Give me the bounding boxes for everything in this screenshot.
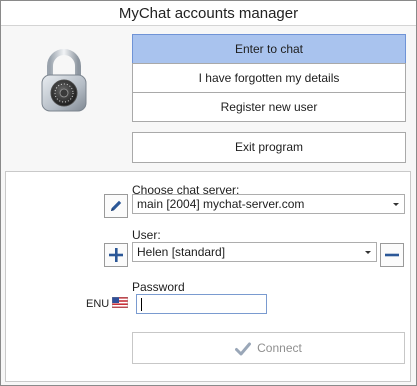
password-input[interactable] xyxy=(136,294,267,314)
edit-server-button[interactable] xyxy=(104,194,128,218)
enter-chat-button[interactable]: Enter to chat xyxy=(132,34,406,64)
server-select-value: main [2004] mychat-server.com xyxy=(137,197,305,211)
us-flag-icon xyxy=(112,297,128,308)
minus-icon xyxy=(385,253,399,257)
padlock-icon xyxy=(41,49,87,112)
plus-icon xyxy=(109,248,123,262)
chevron-down-icon xyxy=(393,203,399,206)
password-label: Password xyxy=(132,280,185,294)
connect-label: Connect xyxy=(257,341,302,355)
server-select[interactable]: main [2004] mychat-server.com xyxy=(132,194,405,214)
keyboard-layout-indicator: ENU xyxy=(86,298,110,310)
add-user-button[interactable] xyxy=(104,243,128,267)
login-panel: Choose chat server: main [2004] mychat-s… xyxy=(5,171,411,382)
register-user-button[interactable]: Register new user xyxy=(132,92,406,122)
accounts-manager-window: MyChat accounts manager Enter to chat I … xyxy=(0,0,417,386)
user-select[interactable]: Helen [standard] xyxy=(132,242,377,262)
pencil-icon xyxy=(111,200,122,211)
connect-button[interactable]: Connect xyxy=(132,332,405,364)
user-label: User: xyxy=(132,228,161,242)
exit-program-button[interactable]: Exit program xyxy=(132,132,406,163)
main-actions: Enter to chat I have forgotten my detail… xyxy=(132,34,406,123)
checkmark-icon xyxy=(235,342,252,356)
window-title: MyChat accounts manager xyxy=(1,1,416,26)
text-caret xyxy=(141,298,142,311)
user-select-value: Helen [standard] xyxy=(137,245,226,259)
chevron-down-icon xyxy=(365,251,371,254)
remove-user-button[interactable] xyxy=(380,243,404,267)
forgot-details-button[interactable]: I have forgotten my details xyxy=(132,63,406,93)
